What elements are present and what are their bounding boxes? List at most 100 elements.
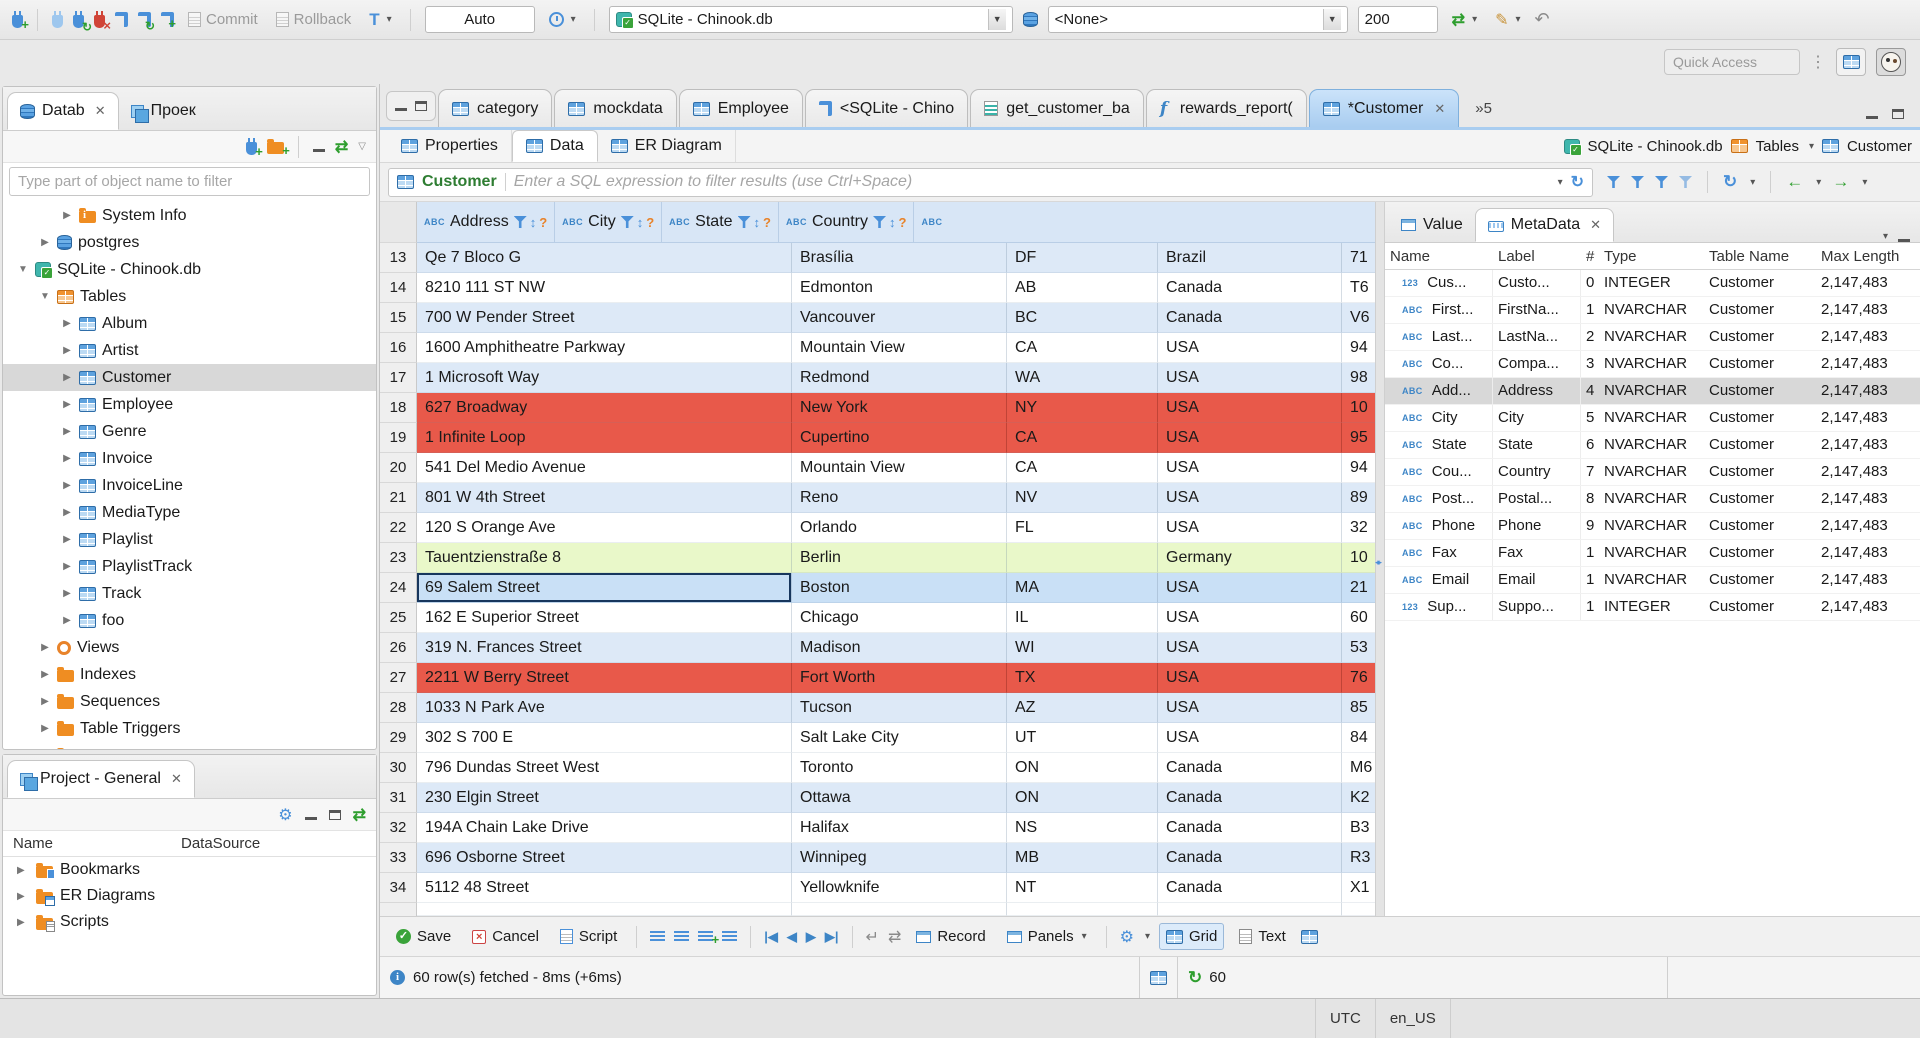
metadata-row[interactable]: ABC State State 6 NVARCHAR Customer 2,14…: [1385, 432, 1920, 459]
previous-row-icon[interactable]: ◀: [787, 929, 797, 945]
project-item[interactable]: ▶ Scripts: [3, 909, 376, 935]
row-number[interactable]: 13: [380, 243, 417, 273]
cell-state[interactable]: CA: [1007, 423, 1158, 453]
object-filter-input[interactable]: Type part of object name to filter: [9, 167, 370, 196]
sort-icon[interactable]: ↕: [530, 215, 537, 230]
cell-state[interactable]: TX: [1007, 663, 1158, 693]
script-button[interactable]: Script: [554, 924, 623, 949]
table-row[interactable]: 34 5112 48 Street Yellowknife NT Canada …: [380, 873, 1375, 903]
column-header[interactable]: ABC Country ↕ ?: [778, 202, 915, 243]
sort-hint-icon[interactable]: ?: [539, 215, 547, 230]
grid-view-button[interactable]: Grid: [1158, 923, 1225, 950]
grid-corner[interactable]: [380, 202, 417, 243]
expander-arrow-icon[interactable]: [61, 210, 73, 221]
chevron-down-icon[interactable]: ▾: [1145, 931, 1150, 942]
gear-icon[interactable]: ⚙: [278, 805, 292, 825]
column-header[interactable]: ABC City ↕ ?: [555, 202, 663, 243]
column-header[interactable]: ABC State ↕ ?: [662, 202, 779, 243]
table-row[interactable]: 33 696 Osborne Street Winnipeg MB Canada…: [380, 843, 1375, 873]
cell-clipped[interactable]: 32: [1342, 513, 1375, 543]
cell-clipped[interactable]: 85: [1342, 693, 1375, 723]
tree-item[interactable]: Artist: [3, 337, 376, 364]
close-icon[interactable]: ✕: [1434, 101, 1445, 117]
cell-clipped[interactable]: 94: [1342, 333, 1375, 363]
row-number[interactable]: 15: [380, 303, 417, 333]
metadata-row[interactable]: ABC Email Email 1 NVARCHAR Customer 2,14…: [1385, 567, 1920, 594]
rollback-button[interactable]: Rollback: [272, 8, 356, 31]
column-filter-icon[interactable]: [737, 216, 751, 228]
metadata-row[interactable]: ABC Add... Address 4 NVARCHAR Customer 2…: [1385, 378, 1920, 405]
add-layout-icon[interactable]: [698, 930, 719, 947]
tree-item[interactable]: Genre: [3, 418, 376, 445]
commit-mode-combo[interactable]: Auto: [424, 6, 535, 33]
meta-col-maxlength[interactable]: Max Length: [1816, 248, 1904, 265]
view-menu-icon[interactable]: ▽: [358, 141, 366, 152]
cell-country[interactable]: USA: [1158, 423, 1342, 453]
cell-clipped[interactable]: V6: [1342, 303, 1375, 333]
table-row[interactable]: 29 302 S 700 E Salt Lake City UT USA 84: [380, 723, 1375, 753]
row-number[interactable]: 18: [380, 393, 417, 423]
refresh-icon[interactable]: ↻: [1723, 172, 1737, 192]
cell-clipped[interactable]: 89: [1342, 483, 1375, 513]
column-header-datasource[interactable]: DataSource: [181, 835, 260, 852]
tree-item[interactable]: InvoiceLine: [3, 472, 376, 499]
tree-item[interactable]: Track: [3, 580, 376, 607]
cell-clipped[interactable]: T6: [1342, 273, 1375, 303]
table-row[interactable]: 27 2211 W Berry Street Fort Worth TX USA…: [380, 663, 1375, 693]
cell-address[interactable]: 801 W 4th Street: [417, 483, 792, 513]
expander-arrow-icon[interactable]: [39, 237, 51, 248]
cell-address[interactable]: 696 Osborne Street: [417, 843, 792, 873]
cell-address[interactable]: 700 W Pender Street: [417, 303, 792, 333]
expander-arrow-icon[interactable]: [61, 480, 73, 491]
expander-arrow-icon[interactable]: [61, 588, 73, 599]
record-button[interactable]: Record: [910, 924, 991, 949]
filter-remove-icon[interactable]: ×: [1631, 176, 1644, 188]
cell-city[interactable]: New York: [792, 393, 1007, 423]
column-header-clipped[interactable]: ABC: [914, 202, 1375, 243]
restore-view-icon[interactable]: [395, 101, 407, 111]
cell-clipped[interactable]: X1: [1342, 873, 1375, 903]
new-sql-editor-icon[interactable]: [161, 12, 176, 31]
cell-country[interactable]: Canada: [1158, 783, 1342, 813]
cell-country[interactable]: USA: [1158, 363, 1342, 393]
editor-tab[interactable]: get_customer_ba ✕: [970, 89, 1144, 127]
metadata-row[interactable]: ABC Cou... Country 7 NVARCHAR Customer 2…: [1385, 459, 1920, 486]
cell-country[interactable]: USA: [1158, 603, 1342, 633]
cell-clipped[interactable]: M6: [1342, 753, 1375, 783]
tree-item[interactable]: MediaType: [3, 499, 376, 526]
column-header-name[interactable]: Name: [3, 835, 181, 852]
cell-clipped[interactable]: R3: [1342, 843, 1375, 873]
row-number[interactable]: 25: [380, 603, 417, 633]
tree-item[interactable]: Employee: [3, 391, 376, 418]
cell-country[interactable]: Canada: [1158, 843, 1342, 873]
cell-state[interactable]: WI: [1007, 633, 1158, 663]
cell-clipped[interactable]: 10: [1342, 543, 1375, 573]
cell-state[interactable]: NT: [1007, 873, 1158, 903]
cell-city[interactable]: Winnipeg: [792, 843, 1007, 873]
table-row[interactable]: 14 8210 111 ST NW Edmonton AB Canada T6: [380, 273, 1375, 303]
sort-hint-icon[interactable]: ?: [899, 215, 907, 230]
fetch-size-input[interactable]: 200: [1357, 6, 1438, 33]
editor-tab[interactable]: *Customer ✕: [1308, 89, 1460, 127]
breadcrumb-datasource[interactable]: SQLite - Chinook.db: [1588, 138, 1723, 155]
tree-item[interactable]: System Info: [3, 202, 376, 229]
cell-state[interactable]: NY: [1007, 393, 1158, 423]
column-filter-icon[interactable]: [620, 216, 634, 228]
row-number[interactable]: 30: [380, 753, 417, 783]
column-header[interactable]: ABC Address ↕ ?: [417, 202, 556, 243]
tree-item[interactable]: Album: [3, 310, 376, 337]
expand-all-icon[interactable]: [328, 809, 341, 820]
cell-country[interactable]: USA: [1158, 723, 1342, 753]
cell-country[interactable]: USA: [1158, 453, 1342, 483]
table-row[interactable]: 18 627 Broadway New York NY USA 10: [380, 393, 1375, 423]
cell-city[interactable]: Orlando: [792, 513, 1007, 543]
cell-clipped[interactable]: 98: [1342, 363, 1375, 393]
cell-country[interactable]: USA: [1158, 513, 1342, 543]
cell-state[interactable]: DF: [1007, 243, 1158, 273]
cell-state[interactable]: AZ: [1007, 693, 1158, 723]
expander-arrow-icon[interactable]: [17, 264, 29, 275]
panel-menu-icon[interactable]: ▾: [1883, 231, 1888, 242]
metadata-row[interactable]: ABC Last... LastNa... 2 NVARCHAR Custome…: [1385, 324, 1920, 351]
cell-state[interactable]: WA: [1007, 363, 1158, 393]
collapse-all-icon[interactable]: [312, 142, 325, 152]
